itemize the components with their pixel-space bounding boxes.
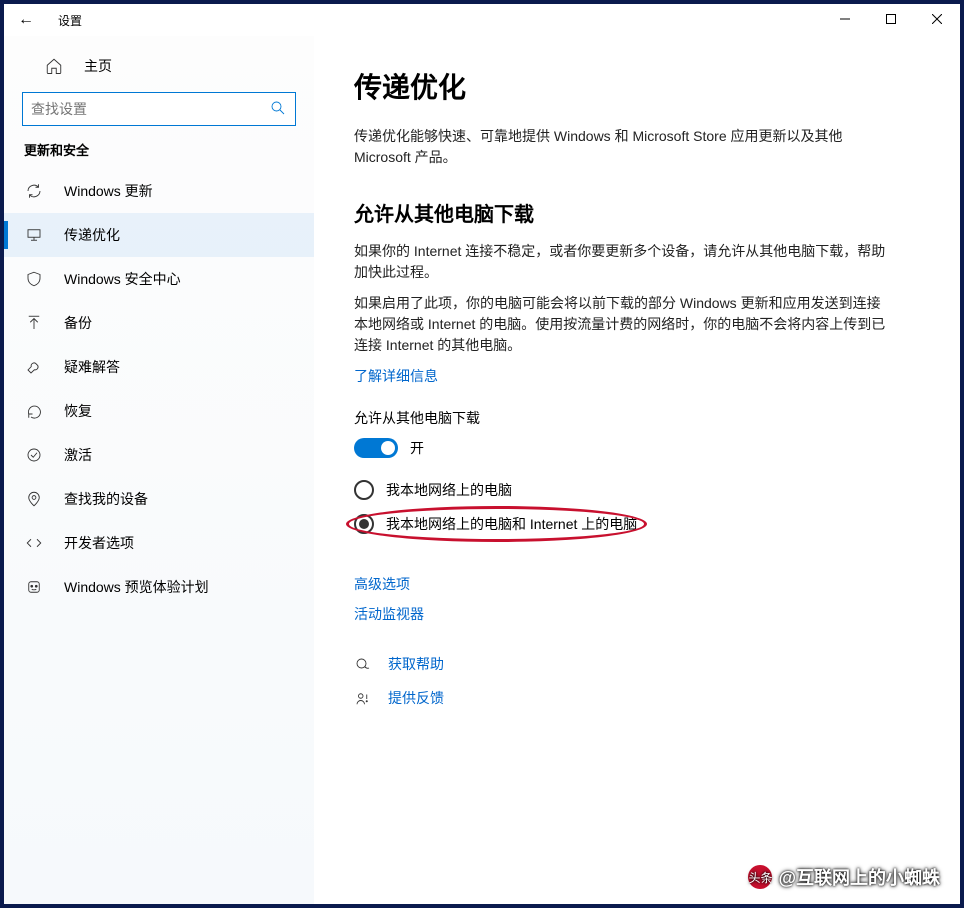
minimize-button[interactable] bbox=[822, 4, 868, 34]
maximize-button[interactable] bbox=[868, 4, 914, 34]
page-title: 传递优化 bbox=[354, 66, 920, 106]
nav-label: Windows 安全中心 bbox=[64, 269, 181, 289]
backup-icon bbox=[24, 314, 44, 332]
nav-troubleshoot[interactable]: 疑难解答 bbox=[4, 345, 314, 389]
toggle-label: 允许从其他电脑下载 bbox=[354, 408, 920, 428]
window-controls bbox=[822, 4, 960, 34]
activity-monitor-link[interactable]: 活动监视器 bbox=[354, 604, 920, 624]
back-button[interactable]: ← bbox=[14, 11, 38, 29]
nav-backup[interactable]: 备份 bbox=[4, 301, 314, 345]
nav-label: 查找我的设备 bbox=[64, 489, 148, 509]
sidebar: 主页 更新和安全 Windows 更新 传递优化 Windows 安全中心 bbox=[4, 36, 314, 904]
home-label: 主页 bbox=[84, 56, 112, 76]
code-icon bbox=[24, 534, 44, 552]
radio-label: 我本地网络上的电脑 bbox=[386, 480, 512, 500]
nav-activation[interactable]: 激活 bbox=[4, 433, 314, 477]
nav-label: Windows 更新 bbox=[64, 181, 153, 201]
titlebar: ← 设置 bbox=[4, 4, 960, 36]
watermark: 头条 @互联网上的小蜘蛛 bbox=[748, 864, 940, 890]
search-input[interactable] bbox=[31, 101, 269, 117]
nav-developer[interactable]: 开发者选项 bbox=[4, 521, 314, 565]
radio-local-network[interactable]: 我本地网络上的电脑 bbox=[354, 480, 920, 500]
watermark-text: @互联网上的小蜘蛛 bbox=[778, 864, 940, 890]
radio-icon bbox=[354, 514, 374, 534]
nav-label: 激活 bbox=[64, 445, 92, 465]
help-icon bbox=[354, 656, 374, 677]
nav-label: Windows 预览体验计划 bbox=[64, 577, 209, 597]
recovery-icon bbox=[24, 402, 44, 420]
window-title: 设置 bbox=[58, 12, 82, 29]
nav-windows-update[interactable]: Windows 更新 bbox=[4, 169, 314, 213]
advanced-options-link[interactable]: 高级选项 bbox=[354, 574, 920, 594]
close-button[interactable] bbox=[914, 4, 960, 34]
search-box[interactable] bbox=[22, 92, 296, 126]
section-heading: 允许从其他电脑下载 bbox=[354, 198, 920, 227]
nav-label: 传递优化 bbox=[64, 225, 120, 245]
home-button[interactable]: 主页 bbox=[4, 48, 314, 84]
nav-label: 恢复 bbox=[64, 401, 92, 421]
delivery-icon bbox=[24, 226, 44, 244]
category-label: 更新和安全 bbox=[4, 140, 314, 169]
sync-icon bbox=[24, 182, 44, 200]
location-icon bbox=[24, 490, 44, 508]
highlight-ellipse: 我本地网络上的电脑和 Internet 上的电脑 bbox=[354, 514, 637, 534]
home-icon bbox=[44, 57, 64, 75]
insider-icon bbox=[24, 578, 44, 596]
nav-delivery-optimization[interactable]: 传递优化 bbox=[4, 213, 314, 257]
nav-label: 开发者选项 bbox=[64, 533, 134, 553]
nav-find-device[interactable]: 查找我的设备 bbox=[4, 477, 314, 521]
radio-label: 我本地网络上的电脑和 Internet 上的电脑 bbox=[386, 514, 637, 534]
radio-icon bbox=[354, 480, 374, 500]
settings-window: ← 设置 主页 更新和安全 Windows 更新 bbox=[0, 0, 964, 908]
watermark-avatar: 头条 bbox=[748, 865, 772, 889]
feedback-link[interactable]: 提供反馈 bbox=[388, 688, 444, 708]
paragraph-2: 如果启用了此项，你的电脑可能会将以前下载的部分 Windows 更新和应用发送到… bbox=[354, 293, 894, 356]
nav-security[interactable]: Windows 安全中心 bbox=[4, 257, 314, 301]
nav-label: 疑难解答 bbox=[64, 357, 120, 377]
feedback-icon bbox=[354, 690, 374, 711]
main-content: 传递优化 传递优化能够快速、可靠地提供 Windows 和 Microsoft … bbox=[314, 36, 960, 904]
intro-text: 传递优化能够快速、可靠地提供 Windows 和 Microsoft Store… bbox=[354, 126, 894, 168]
nav-label: 备份 bbox=[64, 313, 92, 333]
radio-local-and-internet[interactable]: 我本地网络上的电脑和 Internet 上的电脑 bbox=[354, 514, 920, 534]
activation-icon bbox=[24, 446, 44, 464]
get-help-link[interactable]: 获取帮助 bbox=[388, 654, 444, 674]
get-help-row[interactable]: 获取帮助 bbox=[354, 654, 920, 678]
wrench-icon bbox=[24, 358, 44, 376]
shield-icon bbox=[24, 270, 44, 288]
allow-download-toggle[interactable] bbox=[354, 438, 398, 458]
feedback-row[interactable]: 提供反馈 bbox=[354, 688, 920, 712]
nav-recovery[interactable]: 恢复 bbox=[4, 389, 314, 433]
paragraph-1: 如果你的 Internet 连接不稳定，或者你要更新多个设备，请允许从其他电脑下… bbox=[354, 241, 894, 283]
search-icon bbox=[269, 99, 287, 120]
nav-insider[interactable]: Windows 预览体验计划 bbox=[4, 565, 314, 609]
toggle-state: 开 bbox=[410, 438, 424, 458]
learn-more-link[interactable]: 了解详细信息 bbox=[354, 366, 438, 386]
